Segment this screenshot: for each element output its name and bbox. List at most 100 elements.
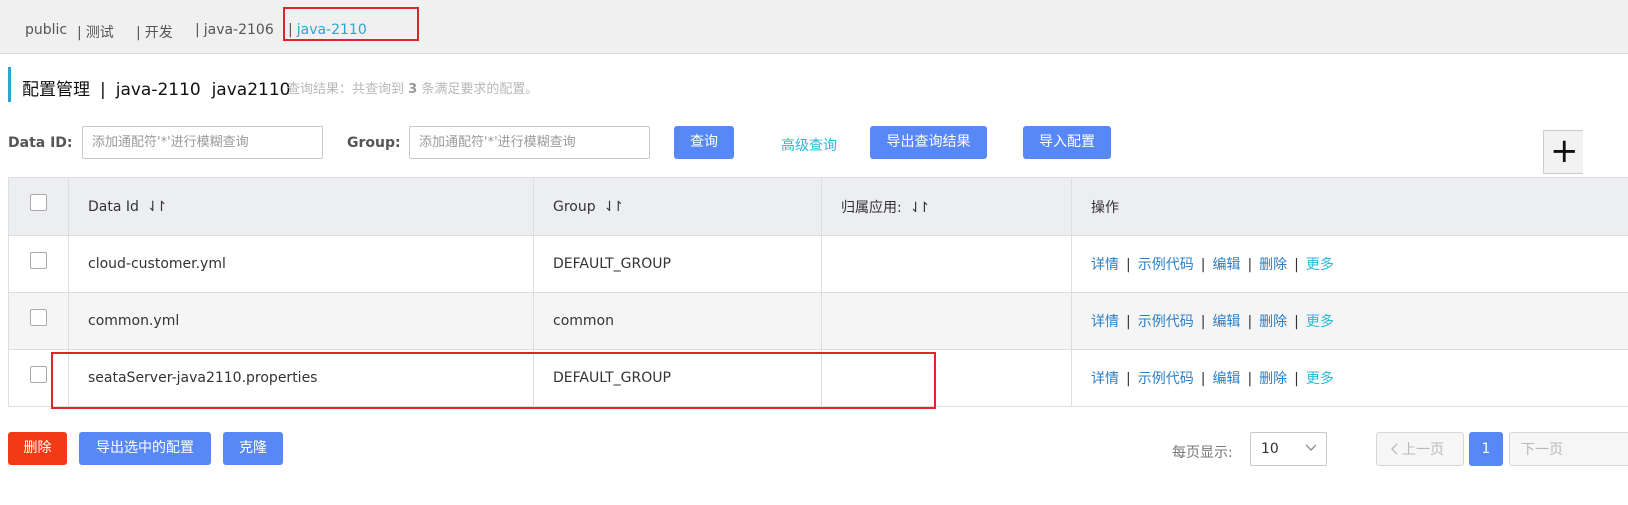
- data-id-input[interactable]: [82, 126, 323, 159]
- delete-selected-button[interactable]: 删除: [8, 432, 67, 465]
- edit-link[interactable]: 编辑: [1212, 257, 1240, 273]
- cell-data-id: cloud-customer.yml: [68, 235, 534, 293]
- page-title: 配置管理 | java-2110 java2110: [22, 75, 290, 100]
- import-config-button[interactable]: 导入配置: [1023, 126, 1111, 159]
- query-button[interactable]: 查询: [674, 126, 734, 159]
- edit-link[interactable]: 编辑: [1212, 371, 1240, 387]
- result-suffix: 条满足要求的配置。: [421, 82, 539, 97]
- table-row: common.yml common 详情 | 示例代码 | 编辑 | 删除 | 更多: [8, 292, 1628, 350]
- plus-icon: +: [1550, 131, 1579, 171]
- advanced-query-link[interactable]: 高级查询: [781, 135, 837, 155]
- namespace-separator: |: [77, 25, 82, 41]
- select-all-checkbox[interactable]: [30, 194, 47, 211]
- row-checkbox[interactable]: [30, 365, 47, 383]
- namespace-tab-test[interactable]: | 测试: [77, 22, 114, 42]
- action-separator: |: [1294, 257, 1299, 273]
- table-row: cloud-customer.yml DEFAULT_GROUP 详情 | 示例代码…: [8, 235, 1628, 293]
- page-size-label: 每页显示:: [1172, 445, 1233, 461]
- more-link[interactable]: 更多: [1306, 314, 1334, 330]
- cell-actions: 详情 | 示例代码 | 编辑 | 删除 | 更多: [1071, 349, 1628, 407]
- row-select-cell: [8, 292, 69, 350]
- select-all-cell: [8, 177, 69, 236]
- action-separator: |: [1294, 314, 1299, 330]
- chevron-left-icon: [1390, 443, 1398, 455]
- namespace-tab-public[interactable]: public: [25, 22, 67, 38]
- delete-link[interactable]: 删除: [1259, 371, 1287, 387]
- table-header-row: Data Id ⇃↾ Group ⇃↾ 归属应用: ⇃↾ 操作: [8, 177, 1628, 236]
- action-separator: |: [1200, 314, 1206, 330]
- sort-icon[interactable]: ⇃↾: [147, 199, 168, 215]
- row-select-cell: [8, 235, 69, 293]
- cell-group: DEFAULT_GROUP: [533, 235, 822, 293]
- export-query-results-button[interactable]: 导出查询结果: [870, 126, 987, 159]
- action-separator: |: [1247, 257, 1253, 273]
- cell-app: [821, 292, 1072, 350]
- prev-page-label: 上一页: [1402, 442, 1444, 458]
- cell-data-id: common.yml: [68, 292, 534, 350]
- more-link[interactable]: 更多: [1306, 371, 1334, 387]
- cell-actions: 详情 | 示例代码 | 编辑 | 删除 | 更多: [1071, 292, 1628, 350]
- title-accent-bar: [8, 67, 11, 102]
- detail-link[interactable]: 详情: [1091, 371, 1119, 387]
- page-size-value: 10: [1261, 441, 1279, 457]
- sample-code-link[interactable]: 示例代码: [1138, 314, 1194, 330]
- action-separator: |: [1126, 371, 1131, 387]
- action-separator: |: [1126, 257, 1131, 273]
- column-label: 归属应用:: [841, 199, 902, 216]
- cell-actions: 详情 | 示例代码 | 编辑 | 删除 | 更多: [1071, 235, 1628, 293]
- namespace-tab-dev[interactable]: | 开发: [136, 22, 173, 42]
- column-header-actions: 操作: [1071, 177, 1628, 236]
- query-result-summary: 查询结果：共查询到 3 条满足要求的配置。: [287, 78, 538, 97]
- page-number-current[interactable]: 1: [1469, 432, 1503, 466]
- next-page-button[interactable]: 下一页: [1509, 432, 1628, 466]
- sample-code-link[interactable]: 示例代码: [1138, 371, 1194, 387]
- namespace-label: 开发: [144, 25, 173, 41]
- result-prefix: 查询结果：共查询到: [287, 82, 405, 97]
- row-checkbox[interactable]: [30, 251, 47, 269]
- sort-icon[interactable]: ⇃↾: [910, 200, 931, 216]
- action-separator: |: [1200, 257, 1206, 273]
- delete-link[interactable]: 删除: [1259, 257, 1287, 273]
- detail-link[interactable]: 详情: [1091, 257, 1119, 273]
- namespace-separator: |: [136, 25, 141, 41]
- column-header-group[interactable]: Group ⇃↾: [533, 177, 822, 236]
- sort-icon[interactable]: ⇃↾: [604, 199, 625, 215]
- prev-page-button[interactable]: 上一页: [1376, 432, 1464, 466]
- detail-link[interactable]: 详情: [1091, 314, 1119, 330]
- page-size-select[interactable]: 10: [1250, 432, 1327, 466]
- chevron-down-icon: [1306, 444, 1316, 451]
- clone-button[interactable]: 克隆: [223, 432, 283, 465]
- column-header-app[interactable]: 归属应用: ⇃↾: [821, 177, 1072, 236]
- edit-link[interactable]: 编辑: [1212, 314, 1240, 330]
- cell-group: common: [533, 292, 822, 350]
- action-separator: |: [1126, 314, 1131, 330]
- add-config-button[interactable]: +: [1543, 130, 1583, 174]
- export-selected-button[interactable]: 导出选中的配置: [79, 432, 211, 465]
- action-separator: |: [1247, 314, 1253, 330]
- namespace-label: java-2106: [203, 22, 274, 38]
- delete-link[interactable]: 删除: [1259, 314, 1287, 330]
- title-separator: |: [100, 80, 106, 100]
- page-title-text: 配置管理: [22, 80, 90, 100]
- action-separator: |: [1247, 371, 1253, 387]
- more-link[interactable]: 更多: [1306, 257, 1334, 273]
- row-checkbox[interactable]: [30, 308, 47, 326]
- sample-code-link[interactable]: 示例代码: [1138, 257, 1194, 273]
- namespace-name: java-2110: [115, 80, 201, 100]
- column-label: 操作: [1091, 199, 1119, 216]
- next-page-label: 下一页: [1521, 442, 1563, 458]
- column-label: Data Id: [88, 198, 139, 215]
- group-input[interactable]: [409, 126, 650, 159]
- namespace-tab-java-2106[interactable]: | java-2106: [195, 22, 274, 38]
- cell-app: [821, 235, 1072, 293]
- namespace-id: java2110: [211, 80, 291, 100]
- result-count: 3: [408, 82, 418, 97]
- action-separator: |: [1294, 371, 1299, 387]
- column-header-data-id[interactable]: Data Id ⇃↾: [68, 177, 534, 236]
- annotation-highlight-row: [51, 352, 936, 409]
- namespace-separator: |: [195, 22, 200, 38]
- column-label: Group: [553, 198, 596, 215]
- group-label: Group:: [347, 135, 401, 151]
- annotation-highlight-namespace: [283, 7, 419, 41]
- namespace-label: 测试: [85, 25, 114, 41]
